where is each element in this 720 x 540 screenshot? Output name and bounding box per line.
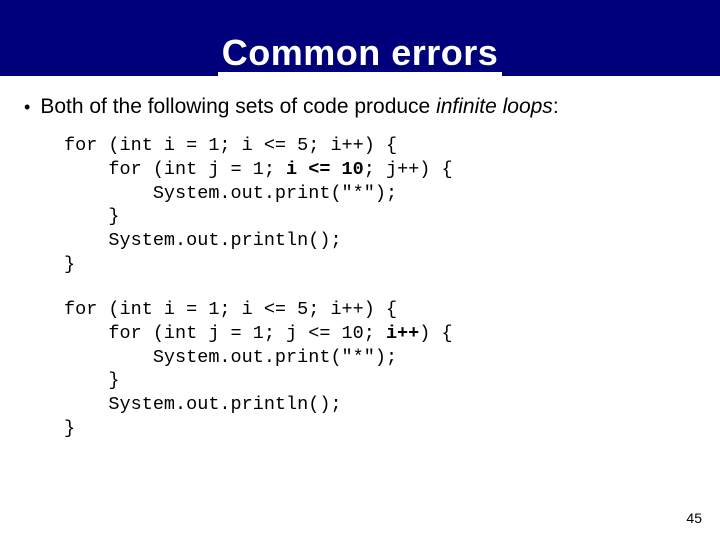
code-line: System.out.println(); [64,230,342,251]
code-error-highlight: i <= 10 [286,159,364,180]
code-line: ; j++) { [364,159,453,180]
code-line: } [64,254,75,275]
bullet-prefix: Both of the following sets of code produ… [40,95,436,118]
code-line: System.out.println(); [64,394,342,415]
title-band: Common errors [0,0,720,76]
bullet-suffix: : [553,95,559,118]
bullet-text: Both of the following sets of code produ… [40,94,558,120]
bullet-italic: infinite loops [436,95,553,118]
code-block-1: for (int i = 1; i <= 5; i++) { for (int … [64,134,696,276]
code-line: for (int i = 1; i <= 5; i++) { [64,299,397,320]
bullet-item: • Both of the following sets of code pro… [24,94,696,120]
code-line: System.out.print("*"); [64,183,397,204]
code-line: for (int j = 1; j <= 10; [64,323,386,344]
code-line: for (int j = 1; [64,159,286,180]
code-line: } [64,370,120,391]
code-error-highlight: i++ [386,323,419,344]
code-line: ) { [419,323,452,344]
code-line: System.out.print("*"); [64,347,397,368]
content-area: • Both of the following sets of code pro… [0,76,720,440]
page-number: 45 [686,510,702,526]
code-block-2: for (int i = 1; i <= 5; i++) { for (int … [64,298,696,440]
code-line: } [64,418,75,439]
slide: Common errors • Both of the following se… [0,0,720,540]
bullet-icon: • [24,96,30,119]
code-line: for (int i = 1; i <= 5; i++) { [64,135,397,156]
slide-title: Common errors [218,34,503,76]
code-line: } [64,206,120,227]
